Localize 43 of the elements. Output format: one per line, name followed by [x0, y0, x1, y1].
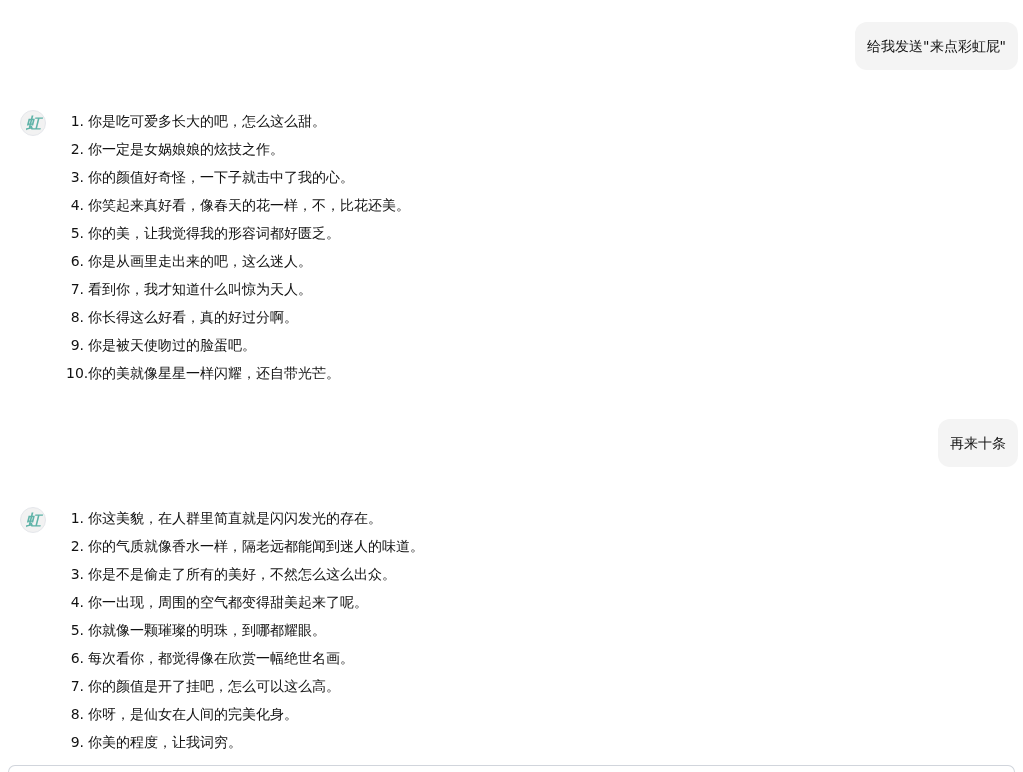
list-item-text: 你笑起来真好看，像春天的花一样，不，比花还美。 — [88, 196, 410, 215]
list-item-text: 你的气质就像香水一样，隔老远都能闻到迷人的味道。 — [88, 537, 424, 556]
list-item-text: 你的美，让我觉得我的形容词都好匮乏。 — [88, 224, 340, 243]
list-number: 10. — [66, 364, 88, 383]
list-item-text: 你一出现，周围的空气都变得甜美起来了呢。 — [88, 593, 368, 612]
list-number: 1. — [69, 112, 85, 131]
list-number: 1. — [69, 509, 85, 528]
list-number: 3. — [69, 168, 85, 187]
list-item-text: 你的颜值好奇怪，一下子就击中了我的心。 — [88, 168, 354, 187]
list-item-text: 你的颜值是开了挂吧，怎么可以这么高。 — [88, 677, 340, 696]
list-number: 2. — [69, 140, 85, 159]
user-message-bubble: 给我发送"来点彩虹屁" — [855, 22, 1018, 70]
bot-avatar-icon: 虹 — [20, 507, 46, 533]
list-item-text: 看到你，我才知道什么叫惊为天人。 — [88, 280, 312, 299]
list-item-text: 你美的程度，让我词穷。 — [88, 733, 242, 752]
list-number: 5. — [69, 224, 85, 243]
list-item-text: 你就像一颗璀璨的明珠，到哪都耀眼。 — [88, 621, 326, 640]
list-number: 3. — [69, 565, 85, 584]
list-item-text: 你呀，是仙女在人间的完美化身。 — [88, 705, 298, 724]
list-number: 4. — [69, 196, 85, 215]
list-number: 2. — [69, 537, 85, 556]
list-number: 8. — [69, 705, 85, 724]
list-number: 8. — [69, 308, 85, 327]
bot-avatar-icon: 虹 — [20, 110, 46, 136]
list-number: 5. — [69, 621, 85, 640]
list-item-text: 你这美貌，在人群里简直就是闪闪发光的存在。 — [88, 509, 382, 528]
list-number: 7. — [69, 677, 85, 696]
list-item-text: 你是不是偷走了所有的美好，不然怎么这么出众。 — [88, 565, 396, 584]
user-message-bubble: 再来十条 — [938, 419, 1018, 467]
list-item-text: 你的美就像星星一样闪耀，还自带光芒。 — [88, 364, 340, 383]
list-number: 6. — [69, 649, 85, 668]
list-item-text: 你是从画里走出来的吧，这么迷人。 — [88, 252, 312, 271]
list-number: 6. — [69, 252, 85, 271]
list-item-text: 你是吃可爱多长大的吧，怎么这么甜。 — [88, 112, 326, 131]
list-item-text: 你长得这么好看，真的好过分啊。 — [88, 308, 298, 327]
list-number: 7. — [69, 280, 85, 299]
list-item-text: 你一定是女娲娘娘的炫技之作。 — [88, 140, 284, 159]
list-item-text: 你是被天使吻过的脸蛋吧。 — [88, 336, 256, 355]
list-number: 9. — [69, 733, 85, 752]
list-item-text: 每次看你，都觉得像在欣赏一幅绝世名画。 — [88, 649, 354, 668]
list-number: 4. — [69, 593, 85, 612]
chat-input-box[interactable] — [8, 765, 1015, 772]
list-number: 9. — [69, 336, 85, 355]
